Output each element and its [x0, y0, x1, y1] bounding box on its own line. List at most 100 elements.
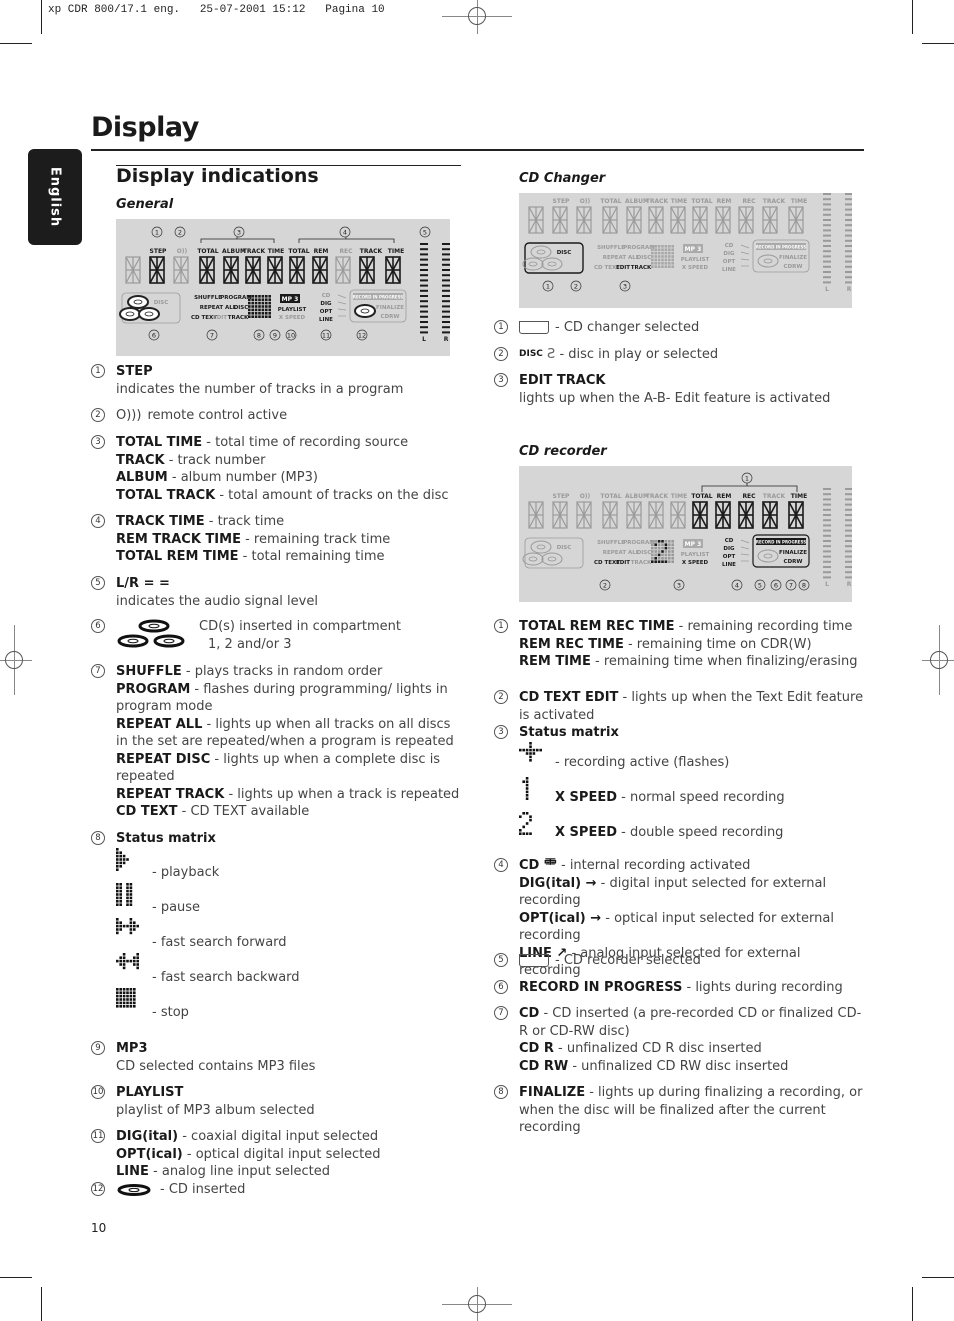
- indication-item: 2 DISC Ƨ - disc in play or selected: [494, 346, 864, 364]
- segment-digit: [528, 501, 544, 529]
- indication-term: REPEAT DISC: [116, 751, 211, 767]
- cd-recorder-display-diagram: STEP TOTAL ALBUM TRACK TIME TOTAL REM REC TRACK T…: [519, 466, 852, 602]
- disc-label: DISC: [557, 250, 572, 256]
- lcd-label-track: TRACK: [763, 493, 786, 500]
- input-label-opt: OPT: [723, 259, 736, 265]
- level-meter-bar: [823, 555, 831, 558]
- indication-line: REM TIME - remaining time when finalizin…: [519, 653, 864, 671]
- level-meter-bar: [845, 488, 852, 490]
- disc-prefix: DISC: [519, 349, 543, 359]
- cd-inserted-icon: [117, 1183, 151, 1196]
- callout-number: 3: [623, 283, 627, 291]
- callout-number: 3: [494, 725, 508, 739]
- fast-forward-matrix-icon: [116, 917, 139, 934]
- stop-matrix-icon: [116, 987, 136, 1008]
- level-meter-bar: [845, 498, 852, 501]
- status-matrix-description: - fast search backward: [152, 969, 300, 987]
- shuffle-label: SHUFFLE: [597, 540, 625, 546]
- callout-number: 5: [91, 576, 105, 590]
- lcd-label-time: TIME: [671, 493, 687, 500]
- cd-changer-subtitle: CD Changer: [519, 171, 606, 186]
- page-title: Display: [91, 112, 199, 143]
- indication-text: - CD changer selected: [555, 320, 700, 335]
- callout-number: 1: [494, 320, 508, 334]
- callout-number: 8: [494, 1085, 508, 1099]
- indication-text: - disc in play or selected: [559, 347, 719, 362]
- input-arrow: [740, 546, 750, 550]
- segment-digit: [692, 501, 708, 529]
- level-meter-bar: [442, 258, 450, 261]
- indication-term: REM TIME: [519, 654, 591, 669]
- indication-body: SHUFFLE - plays tracks in random order PR…: [116, 663, 463, 821]
- indication-term: ALBUM: [116, 470, 168, 485]
- repeat-disc-label: DISC: [637, 550, 652, 556]
- level-meter-bar: [845, 265, 852, 268]
- level-meter-bar: [823, 524, 831, 527]
- indication-line: - CD recorder selected: [519, 952, 864, 970]
- indication-item: 5 - CD recorder selected: [494, 952, 864, 970]
- remote-indicator: O)): [580, 493, 591, 500]
- callout-number: 12: [358, 332, 366, 340]
- level-meter-bar: [442, 315, 450, 318]
- level-meter-bar: [845, 260, 852, 263]
- callout-number: 8: [257, 332, 261, 340]
- indication-body: DISC Ƨ - disc in play or selected: [519, 346, 864, 364]
- status-matrix: [651, 245, 674, 268]
- indication-text: - total time of recording source: [202, 435, 409, 450]
- level-meter-bar: [823, 245, 831, 247]
- level-meter-bar: [845, 571, 852, 574]
- indication-line: CD - CD inserted (a pre-recorded CD or f…: [519, 1005, 864, 1040]
- indication-text: - lights during recording: [682, 980, 843, 995]
- indication-line: CD TEXT EDIT - lights up when the Text E…: [519, 689, 864, 724]
- input-label-line: LINE: [722, 562, 736, 568]
- level-meter-bar: [823, 550, 831, 553]
- cdrw-label: CDRW: [784, 559, 803, 565]
- segment-digit: [602, 206, 618, 234]
- segment-digit: [788, 501, 804, 529]
- indication-line: lights up when the A-B- Edit feature is …: [519, 390, 864, 408]
- registration-mark: [468, 1295, 486, 1313]
- level-meter-bar: [823, 493, 831, 496]
- segment-digit: [223, 256, 239, 284]
- x-speed-label: X SPEED: [279, 315, 306, 321]
- indication-term: DIG(ital) →: [519, 875, 597, 891]
- level-meter-bar: [845, 560, 852, 563]
- page-number: 10: [91, 1221, 107, 1235]
- indication-body: O))) remote control active: [116, 407, 463, 425]
- segment-digit: [692, 206, 708, 234]
- level-meter-bar: [420, 243, 428, 245]
- level-meter-bar: [420, 289, 428, 292]
- mp3-label: MP 3: [685, 246, 702, 253]
- indication-term: REM TRACK TIME: [116, 531, 241, 547]
- status-text: - playback: [152, 864, 220, 880]
- indication-line: OPT(ical) → - optical input selected for…: [519, 910, 864, 945]
- status-matrix-description: X SPEED - double speed recording: [555, 824, 783, 842]
- input-arrow: [337, 301, 347, 305]
- status-matrix-list: - recording active (flashes) X SPEED - no…: [519, 741, 864, 847]
- indication-body: TOTAL REM REC TIME - remaining recording…: [519, 618, 864, 671]
- segment-digit: [149, 256, 165, 284]
- indication-term: LINE: [116, 1164, 149, 1179]
- mp3-label: MP 3: [282, 296, 299, 303]
- status-text: - stop: [152, 1004, 189, 1020]
- indication-line: REPEAT DISC - lights up when a complete …: [116, 751, 463, 786]
- lcd-label-time: TIME: [791, 493, 807, 500]
- callout-bracket: [701, 483, 798, 492]
- level-meter-bar: [823, 239, 831, 242]
- callout-number: 5: [494, 953, 508, 967]
- level-meter-bar: [823, 260, 831, 263]
- level-meter-bar: [823, 498, 831, 501]
- indication-item: 1 TOTAL REM REC TIME - remaining recordin…: [494, 618, 864, 671]
- segment-digit: [576, 206, 592, 234]
- indication-term: TOTAL REM TIME: [116, 549, 239, 564]
- segment-digit: [312, 256, 328, 284]
- level-meter-bar: [845, 508, 852, 511]
- disc-label: DISC: [557, 545, 572, 551]
- segment-digit: [335, 256, 351, 284]
- indication-line: EDIT TRACK: [519, 372, 864, 390]
- indication-item: 3 EDIT TRACK lights up when the A-B- Edit …: [494, 372, 864, 407]
- level-meter-bar: [845, 576, 852, 579]
- level-meter-bar: [420, 274, 428, 277]
- crop-mark: [41, 0, 42, 34]
- level-meter-bar: [442, 248, 450, 251]
